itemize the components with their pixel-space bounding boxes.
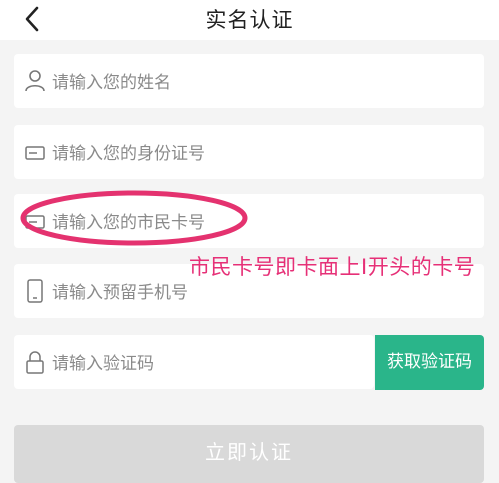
phone-icon — [27, 279, 43, 303]
card-icon — [25, 215, 45, 229]
verification-code-placeholder: 请输入验证码 — [52, 354, 154, 374]
id-number-placeholder: 请输入您的身份证号 — [52, 144, 205, 164]
verify-submit-button[interactable]: 立即认证 — [14, 425, 484, 483]
id-number-field[interactable]: 请输入您的身份证号 — [14, 125, 484, 179]
citizen-card-placeholder: 请输入您的市民卡号 — [52, 213, 205, 233]
name-field[interactable]: 请输入您的姓名 — [14, 54, 484, 108]
phone-placeholder: 请输入预留手机号 — [52, 283, 188, 303]
verification-code-field[interactable]: 请输入验证码 — [14, 335, 374, 389]
citizen-card-field[interactable]: 请输入您的市民卡号 — [14, 194, 484, 248]
id-card-icon — [25, 146, 45, 160]
lock-icon — [26, 351, 44, 374]
name-placeholder: 请输入您的姓名 — [52, 73, 171, 93]
real-name-verification-page: 实名认证 请输入您的姓名 请输入您的身份证号 请输入您的市民卡号 请输入预留手机… — [0, 0, 499, 483]
page-title: 实名认证 — [205, 8, 294, 32]
navigation-bar: 实名认证 — [0, 0, 499, 40]
annotation-note: 市民卡号即卡面上I开头的卡号 — [189, 255, 476, 279]
user-icon — [25, 70, 45, 92]
get-code-button[interactable]: 获取验证码 — [375, 335, 484, 390]
